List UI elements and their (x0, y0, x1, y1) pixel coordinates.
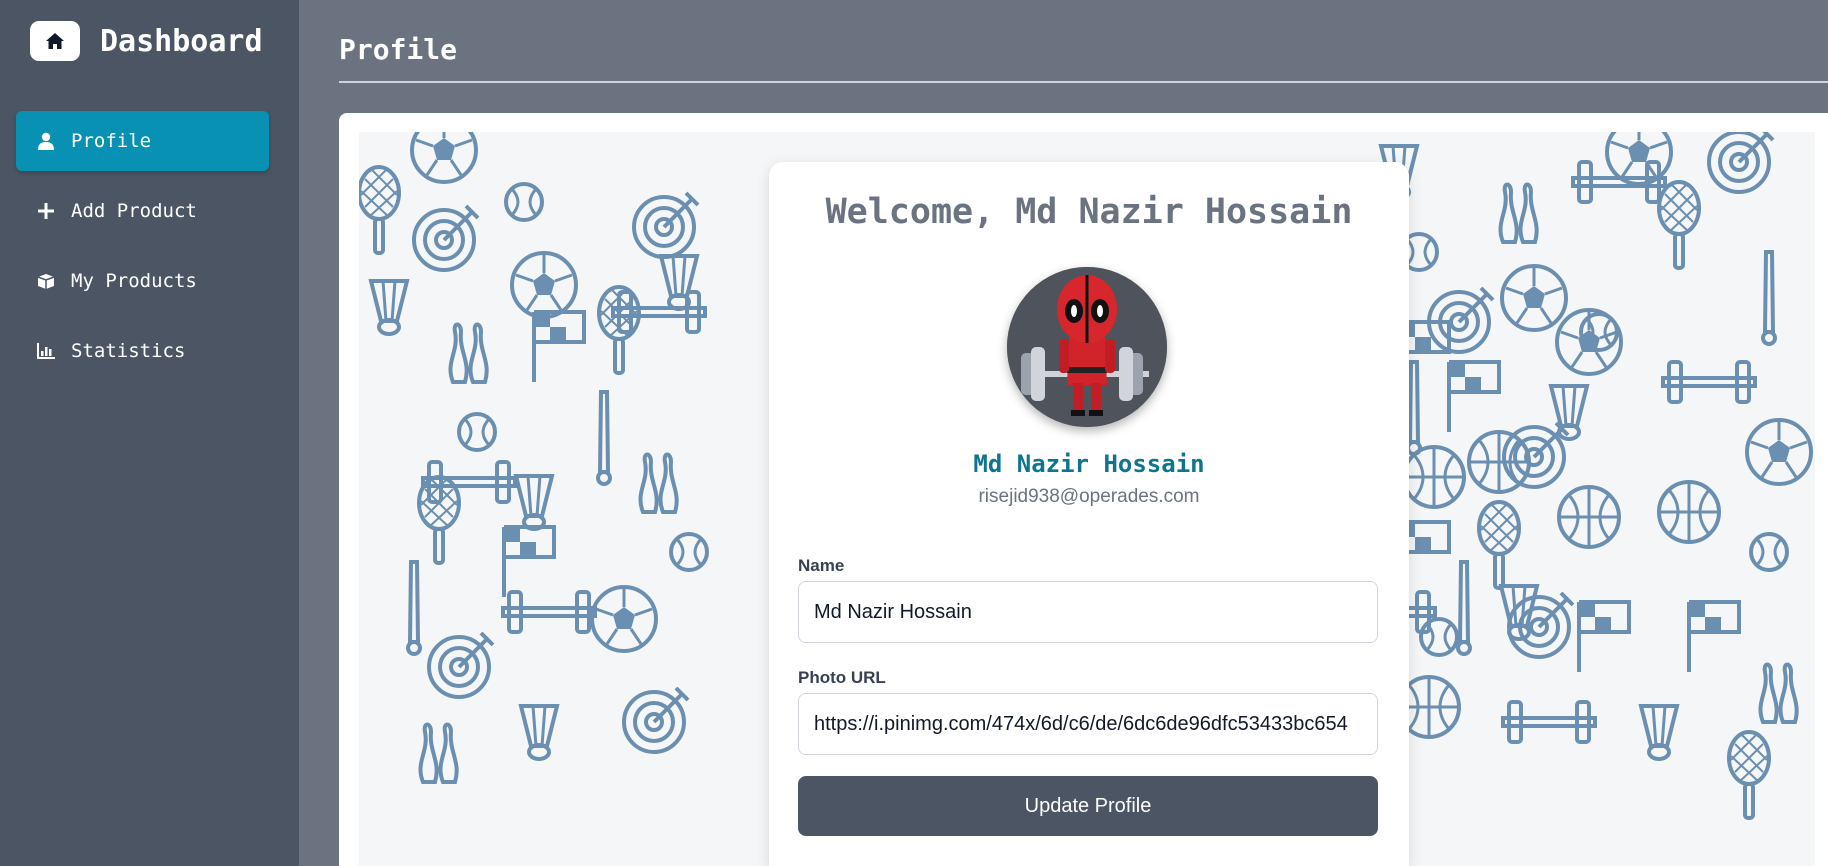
avatar (1007, 267, 1167, 427)
user-name: Md Nazir Hossain (973, 450, 1205, 478)
bar-chart-icon (36, 341, 56, 361)
home-icon[interactable] (30, 21, 80, 61)
sidebar-item-label: Profile (71, 130, 152, 152)
sidebar-item-label: Add Product (71, 200, 197, 222)
sidebar-item-add-product[interactable]: Add Product (16, 181, 269, 241)
plus-icon (36, 201, 56, 221)
photo-url-field[interactable] (798, 693, 1378, 755)
sidebar-nav: Profile Add Product My Products Statisti… (16, 111, 269, 391)
photo-url-label: Photo URL (798, 668, 886, 687)
profile-card: Welcome, Md Nazir Hossain Md Nazir Hossa… (769, 162, 1409, 866)
sidebar-item-my-products[interactable]: My Products (16, 251, 269, 311)
update-profile-button[interactable]: Update Profile (798, 776, 1378, 836)
header-divider (339, 81, 1828, 83)
brand[interactable]: Dashboard (30, 21, 263, 61)
sidebar-item-label: Statistics (71, 340, 186, 362)
sidebar-item-profile[interactable]: Profile (16, 111, 269, 171)
name-label: Name (798, 556, 845, 575)
sidebar-item-statistics[interactable]: Statistics (16, 321, 269, 381)
user-email: risejid938@operades.com (978, 486, 1200, 507)
box-icon (36, 271, 56, 291)
name-field[interactable] (798, 581, 1378, 643)
welcome-heading: Welcome, Md Nazir Hossain (825, 192, 1353, 232)
page-title: Profile (339, 33, 458, 66)
user-icon (36, 131, 56, 151)
brand-title: Dashboard (100, 23, 263, 59)
sidebar-item-label: My Products (71, 270, 197, 292)
sidebar: Dashboard Profile Add Product My Product… (0, 0, 299, 866)
